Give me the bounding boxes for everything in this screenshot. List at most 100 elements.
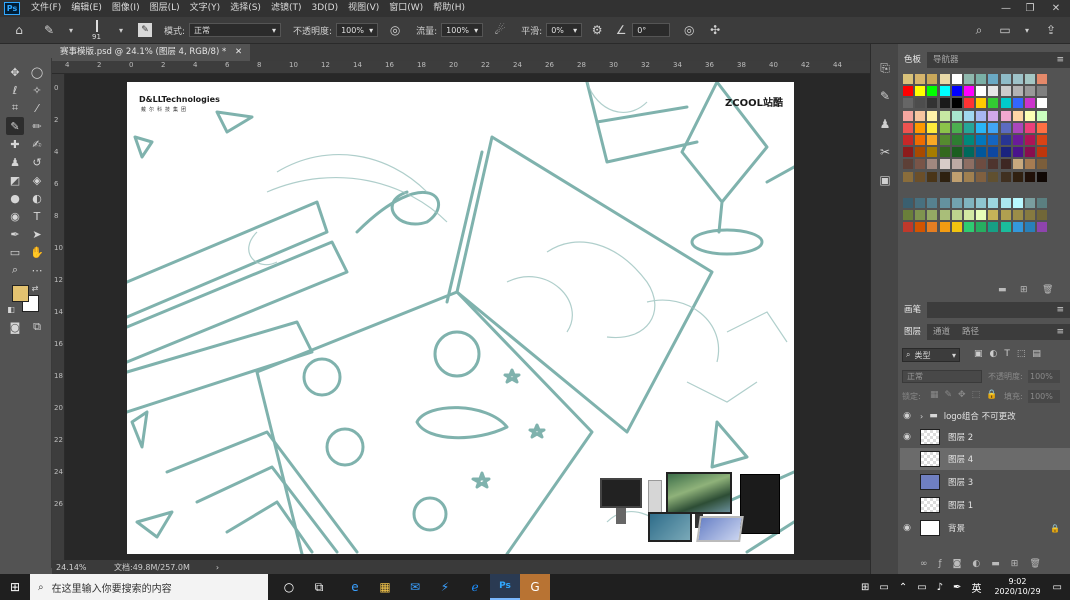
color-swatch[interactable]	[1025, 197, 1035, 208]
color-swatch[interactable]	[988, 171, 999, 182]
menu-3d[interactable]: 3D(D)	[306, 0, 343, 17]
brush-tool-icon[interactable]: ✎	[6, 117, 24, 135]
foreground-color-swatch-top[interactable]	[12, 285, 29, 302]
tab-layers[interactable]: 图层	[898, 324, 928, 340]
color-swatch[interactable]	[1037, 197, 1048, 208]
color-swatch[interactable]	[951, 159, 962, 170]
color-swatch[interactable]	[903, 159, 913, 170]
color-swatch[interactable]	[988, 98, 999, 109]
color-swatch[interactable]	[1037, 222, 1048, 233]
chevron-right-icon[interactable]: ›	[216, 563, 219, 572]
color-swatch[interactable]	[988, 110, 999, 121]
fx-icon[interactable]: ƒ	[939, 559, 953, 569]
color-swatch[interactable]	[964, 171, 974, 182]
lasso-tool-icon[interactable]: ℓ	[6, 81, 24, 99]
cortana-icon[interactable]: ○	[274, 574, 304, 600]
color-swatch[interactable]	[976, 122, 987, 133]
color-swatch[interactable]	[939, 98, 950, 109]
color-swatch[interactable]	[939, 159, 950, 170]
color-swatch[interactable]	[927, 159, 938, 170]
color-swatch[interactable]	[1012, 147, 1023, 158]
color-swatch[interactable]	[927, 74, 938, 84]
color-swatch[interactable]	[915, 197, 926, 208]
zoom-level[interactable]: 24.14%	[56, 563, 98, 572]
color-swatch[interactable]	[1037, 210, 1048, 220]
history-brush-tool-icon[interactable]: ↺	[28, 153, 46, 171]
photoshop-logo[interactable]: Ps	[4, 2, 20, 15]
paint-bucket-tool-icon[interactable]: ◈	[28, 171, 46, 189]
swatch-grid[interactable]	[901, 74, 1066, 296]
shape-tool-icon[interactable]: ▭	[6, 243, 24, 261]
color-swatch[interactable]	[1000, 74, 1011, 84]
color-swatch[interactable]	[964, 86, 974, 97]
color-swatch[interactable]	[988, 222, 999, 233]
clock[interactable]: 9:02 2020/10/29	[994, 577, 1040, 597]
color-swatch[interactable]	[1012, 98, 1023, 109]
color-swatch[interactable]	[1000, 110, 1011, 121]
panel-menu-icon[interactable]: ≡	[1056, 327, 1064, 337]
color-swatch[interactable]	[988, 197, 999, 208]
eraser-tool-icon[interactable]: ◩	[6, 171, 24, 189]
color-swatch[interactable]	[1000, 135, 1011, 145]
color-swatch[interactable]	[964, 74, 974, 84]
layer-opacity-value[interactable]: 100%	[1028, 370, 1060, 383]
color-swatch[interactable]	[988, 122, 999, 133]
color-swatch[interactable]	[915, 98, 926, 109]
color-swatch[interactable]	[1025, 110, 1035, 121]
color-swatch[interactable]	[951, 197, 962, 208]
ime-indicator[interactable]: 英	[971, 580, 981, 595]
color-swatch[interactable]	[1012, 222, 1023, 233]
tab-navigator[interactable]: 导航器	[927, 52, 965, 68]
mask-icon[interactable]: ◙	[953, 559, 973, 569]
color-swatch[interactable]	[939, 222, 950, 233]
blur-tool-icon[interactable]: ●	[6, 189, 24, 207]
taskbar-search[interactable]: ⌕ 在这里输入你要搜索的内容	[30, 574, 268, 600]
color-swatch[interactable]	[964, 98, 974, 109]
color-swatch[interactable]	[964, 110, 974, 121]
layer-filter-select[interactable]: ⌕ 类型 ▾	[902, 348, 960, 362]
quick-mask-icon[interactable]: ◙	[6, 318, 24, 336]
task-view-icon[interactable]: ⧉	[304, 574, 334, 600]
minimize-icon[interactable]: —	[994, 0, 1018, 17]
link-layers-icon[interactable]: ∞	[920, 559, 939, 569]
gear-icon[interactable]: ⚙	[588, 21, 606, 39]
color-swatch[interactable]	[939, 147, 950, 158]
color-swatch[interactable]	[927, 110, 938, 121]
color-swatch[interactable]	[1025, 171, 1035, 182]
color-swatch[interactable]	[1012, 197, 1023, 208]
menu-filter[interactable]: 滤镜(T)	[266, 0, 307, 17]
network-icon[interactable]: ▭	[917, 582, 926, 593]
color-swatch[interactable]	[951, 147, 962, 158]
color-swatch[interactable]	[964, 135, 974, 145]
color-swatch[interactable]	[1037, 135, 1048, 145]
color-swatch[interactable]	[939, 122, 950, 133]
history-panel-icon[interactable]: ⎘	[875, 58, 895, 78]
screen-mode-icon[interactable]: ⧉	[28, 318, 46, 336]
color-swatch[interactable]	[915, 171, 926, 182]
color-swatch[interactable]	[976, 159, 987, 170]
color-swatch[interactable]	[903, 74, 913, 84]
more-tools-icon[interactable]: ⋯	[28, 261, 46, 279]
restore-icon[interactable]: ❐	[1018, 0, 1042, 17]
properties-panel-icon[interactable]: ▣	[875, 170, 895, 190]
menu-window[interactable]: 窗口(W)	[384, 0, 428, 17]
menu-select[interactable]: 选择(S)	[225, 0, 266, 17]
color-swatch[interactable]	[915, 135, 926, 145]
pressure-opacity-icon[interactable]: ◎	[386, 21, 404, 39]
color-swatch[interactable]	[927, 122, 938, 133]
menu-type[interactable]: 文字(Y)	[185, 0, 226, 17]
color-swatch[interactable]	[927, 171, 938, 182]
color-swatch[interactable]	[976, 210, 987, 220]
menu-view[interactable]: 视图(V)	[343, 0, 384, 17]
trash-icon[interactable]: 🗑	[1029, 559, 1051, 569]
symmetry-icon[interactable]: ✣	[706, 21, 724, 39]
move-tool-icon[interactable]: ✥	[6, 63, 24, 81]
search-icon[interactable]: ⌕	[970, 21, 988, 39]
color-swatch[interactable]	[1000, 98, 1011, 109]
volume-icon[interactable]: ♪	[937, 582, 943, 593]
color-swatch[interactable]	[951, 222, 962, 233]
edge-icon[interactable]: e	[340, 574, 370, 600]
panel-menu-icon[interactable]: ≡	[1056, 305, 1064, 315]
tab-channels[interactable]: 通道	[927, 324, 956, 340]
color-swatch[interactable]	[976, 74, 987, 84]
